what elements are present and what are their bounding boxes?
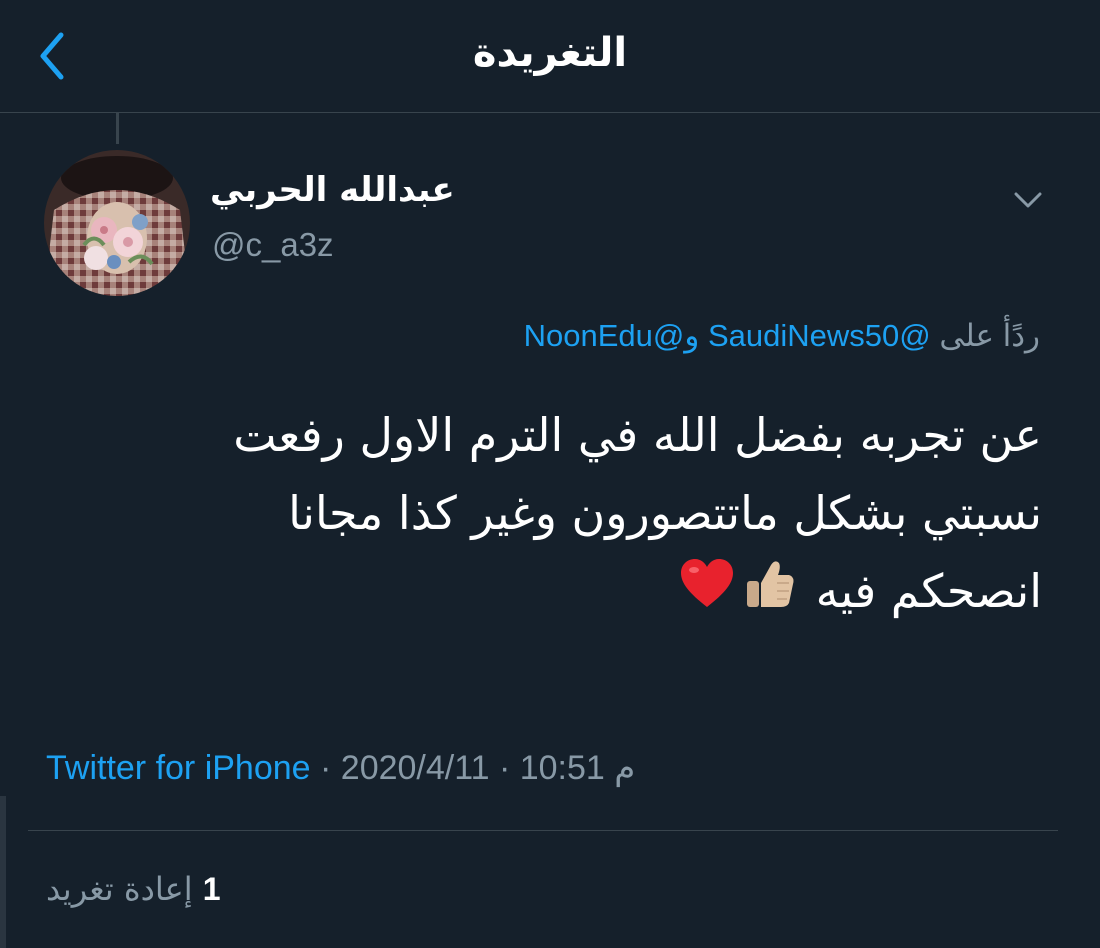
tweet-time: 10:51 م — [519, 749, 636, 787]
tweet-options-button[interactable] — [1008, 180, 1048, 220]
author-display-name[interactable]: عبدالله الحربي — [210, 170, 455, 210]
retweet-count: 1 — [202, 871, 221, 907]
tweet-text-line: عن تجربه بفضل الله في الترم الاول رفعت — [233, 408, 1042, 462]
scroll-edge — [0, 796, 6, 948]
meta-separator: · — [489, 749, 520, 787]
tweet-text-line: نسبتي بشكل ماتتصورون وغير كذا مجانا — [288, 486, 1042, 540]
meta-separator: · — [310, 749, 341, 787]
top-bar: التغريدة — [0, 0, 1100, 113]
retweets-stat[interactable]: 1 إعادة تغريد — [46, 870, 221, 908]
thumbs-up-icon — [743, 556, 797, 634]
page-title: التغريدة — [472, 30, 628, 76]
reply-prefix: ردًأ على — [939, 318, 1040, 353]
avatar[interactable] — [44, 150, 190, 296]
reply-context: ردًأ على @SaudiNews50 و@NoonEdu — [524, 318, 1040, 354]
tweet-date: 2020/4/11 — [340, 749, 490, 787]
mention-link[interactable]: @SaudiNews50 — [708, 318, 931, 353]
heart-icon — [679, 556, 735, 634]
chevron-down-icon — [1014, 192, 1042, 208]
tweet-text: عن تجربه بفضل الله في الترم الاول رفعت ن… — [82, 396, 1042, 634]
tweet-meta: Twitter for iPhone · 2020/4/11 · 10:51 م — [46, 748, 635, 788]
divider — [28, 830, 1058, 831]
tweet-text-line: انصحكم فيه — [82, 552, 1042, 634]
thread-connector-line — [116, 112, 119, 144]
mention-link[interactable]: @NoonEdu — [524, 318, 685, 353]
reply-conjunction: و — [684, 318, 700, 353]
tweet-source-link[interactable]: Twitter for iPhone — [46, 749, 311, 787]
tweet-text-segment: انصحكم فيه — [815, 564, 1042, 618]
retweet-label: إعادة تغريد — [46, 870, 193, 908]
author-handle[interactable]: @c_a3z — [212, 226, 334, 264]
